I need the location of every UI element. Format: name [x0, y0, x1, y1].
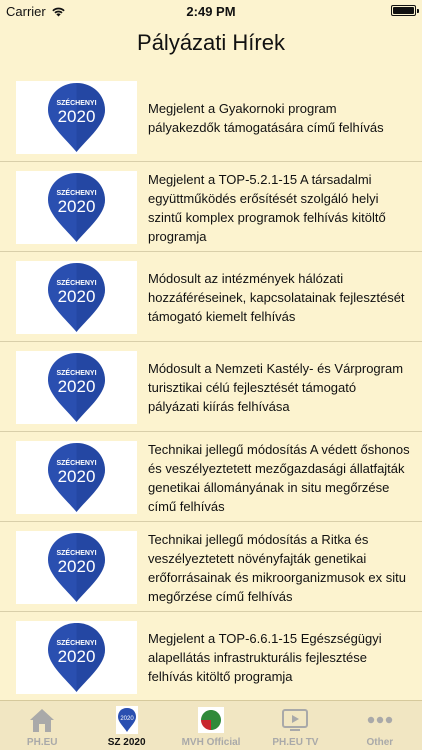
news-title-text: Módosult a Nemzeti Kastély- és Várprogra…	[148, 361, 404, 414]
news-list-item[interactable]: SZÉCHENYI 2020 Technikai jellegű módosítás…	[0, 433, 422, 522]
pin-text-top: SZÉCHENYI	[56, 548, 96, 557]
news-title-text: Módosult az intézmények hálózati hozzáfé…	[148, 271, 405, 324]
pin-text-year: 2020	[58, 647, 96, 666]
pin-text-year: 2020	[58, 287, 96, 306]
pin-text-year: 2020	[58, 557, 96, 576]
news-list-item[interactable]: SZÉCHENYI 2020 Módosult az intézmények hál…	[0, 253, 422, 342]
szechenyi-2020-pin-icon: SZÉCHENYI2020	[48, 443, 105, 512]
news-thumbnail: SZÉCHENYI 2020	[16, 441, 137, 514]
news-list-item[interactable]: SZÉCHENYI 2020 Technikai jellegű módosítás…	[0, 523, 422, 612]
battery-fill	[393, 7, 414, 14]
pin-text-year: 2020	[58, 107, 96, 126]
tab-bar: PH.EU 2020 SZ 2020 MVH Official PH.EU TV Othe…	[0, 700, 422, 750]
pin-text-year: 2020	[58, 377, 96, 396]
tab-label: MVH Official	[181, 737, 241, 748]
pin-text-top: SZÉCHENYI	[56, 278, 96, 287]
pin-text-top: SZÉCHENYI	[56, 638, 96, 647]
pin-text-top: SZÉCHENYI	[56, 188, 96, 197]
news-list[interactable]: SZÉCHENYI 2020 Megjelent a Gyakornoki prog…	[0, 73, 422, 700]
news-thumbnail: SZÉCHENYI 2020	[16, 531, 137, 604]
tab-mvh-official[interactable]: MVH Official	[169, 701, 253, 750]
news-list-item[interactable]: SZÉCHENYI 2020 Megjelent a Gyakornoki prog…	[0, 73, 422, 162]
page-title: Pályázati Hírek	[137, 30, 285, 55]
house-icon	[27, 706, 57, 734]
mvh-logo-icon	[196, 706, 226, 734]
tab-label: SZ 2020	[107, 737, 146, 748]
tab-label: Other	[366, 737, 394, 748]
szechenyi-2020-pin-icon: SZÉCHENYI2020	[48, 353, 105, 422]
news-thumbnail: SZÉCHENYI 2020	[16, 81, 137, 154]
pin-text-year: 2020	[58, 197, 96, 216]
news-title: Technikai jellegű módosítás a Ritka és v…	[148, 523, 410, 612]
tab-ph-eu[interactable]: PH.EU	[0, 701, 84, 750]
pin-text-top: SZÉCHENYI	[56, 458, 96, 467]
news-thumbnail: SZÉCHENYI 2020	[16, 351, 137, 424]
news-thumbnail: SZÉCHENYI 2020	[16, 261, 137, 334]
tab-other[interactable]: Other	[338, 701, 422, 750]
tab-label: PH.EU	[26, 737, 58, 748]
szechenyi-2020-pin-icon: SZÉCHENYI2020	[48, 173, 105, 242]
szechenyi-2020-pin-icon: SZÉCHENYI2020	[48, 263, 105, 332]
news-title: Megjelent a Gyakornoki program pályakezd…	[148, 73, 410, 162]
news-list-item[interactable]: SZÉCHENYI 2020 Módosult a Nemzeti Kastély-…	[0, 343, 422, 432]
pin-text-year: 2020	[58, 467, 96, 486]
news-title: Módosult az intézmények hálózati hozzáfé…	[148, 253, 410, 342]
news-title: Technikai jellegű módosítás A védett ősh…	[148, 433, 410, 522]
tab-sz-2020[interactable]: 2020 SZ 2020	[84, 701, 168, 750]
pin-text-top: SZÉCHENYI	[56, 368, 96, 377]
battery-icon	[391, 5, 419, 16]
news-title: Módosult a Nemzeti Kastély- és Várprogra…	[148, 343, 410, 432]
tv-icon	[280, 706, 310, 734]
news-thumbnail: SZÉCHENYI 2020	[16, 621, 137, 694]
tab-pin-year: 2020	[120, 716, 134, 722]
status-time: 2:49 PM	[186, 4, 236, 19]
status-bar: Carrier 2:49 PM	[0, 0, 422, 22]
status-right	[391, 5, 419, 16]
szechenyi-2020-pin-icon: SZÉCHENYI2020	[48, 83, 105, 152]
szechenyi-2020-icon: 2020	[112, 706, 142, 734]
app-screen: Carrier 2:49 PM Pályázati Hírek SZÉCHENY…	[0, 0, 422, 750]
news-thumbnail: SZÉCHENYI 2020	[16, 171, 137, 244]
tab-ph-eu-tv[interactable]: PH.EU TV	[253, 701, 337, 750]
pin-text-top: SZÉCHENYI	[56, 98, 96, 107]
tab-label: PH.EU TV	[272, 737, 319, 748]
more-icon	[365, 706, 395, 734]
news-title-text: Megjelent a Gyakornoki program pályakezd…	[148, 100, 384, 135]
news-title: Megjelent a TOP-6.6.1-15 Egészségügyi al…	[148, 613, 410, 700]
news-title-text: Technikai jellegű módosítás A védett ősh…	[148, 441, 410, 514]
szechenyi-2020-pin-icon: SZÉCHENYI2020	[48, 533, 105, 602]
news-list-item[interactable]: SZÉCHENYI 2020 Megjelent a TOP-6.6.1-15 Eg…	[0, 613, 422, 700]
szechenyi-2020-pin-icon: SZÉCHENYI2020	[48, 623, 105, 692]
news-title-text: Technikai jellegű módosítás a Ritka és v…	[148, 531, 406, 604]
news-title: Megjelent a TOP-5.2.1-15 A társadalmi eg…	[148, 163, 410, 252]
news-title-text: Megjelent a TOP-5.2.1-15 A társadalmi eg…	[148, 171, 386, 244]
news-title-text: Megjelent a TOP-6.6.1-15 Egészségügyi al…	[148, 631, 382, 684]
news-list-item[interactable]: SZÉCHENYI 2020 Megjelent a TOP-5.2.1-15 A …	[0, 163, 422, 252]
